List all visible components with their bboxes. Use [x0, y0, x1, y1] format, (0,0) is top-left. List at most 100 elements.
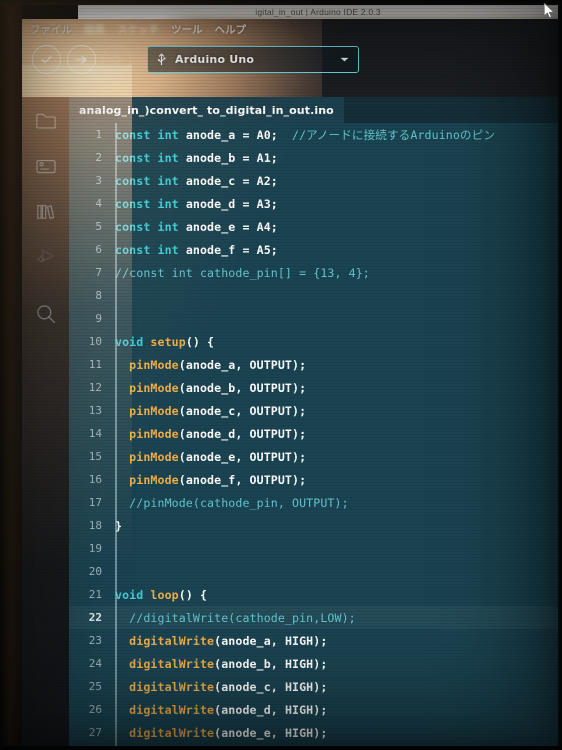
line-number: 26 [88, 703, 102, 716]
line-number: 5 [95, 220, 102, 233]
tab-sketch[interactable]: analog_in_)convert_ to_digital_in_out.in… [69, 97, 344, 123]
board-selector-value: Arduino Uno [175, 52, 255, 66]
debug-button[interactable] [102, 44, 131, 74]
code-line[interactable]: 26 digitalWrite(anode_d, HIGH); [69, 698, 558, 721]
tab-strip: analog_in_)convert_ to_digital_in_out.in… [69, 97, 558, 123]
code-text: pinMode(anode_d, OUTPUT); [129, 426, 307, 441]
code-text: digitalWrite(anode_c, HIGH); [129, 679, 328, 694]
code-line[interactable]: 27 digitalWrite(anode_e, HIGH); [69, 721, 558, 744]
app-chrome: ファイル 編集 スケッチ ツール ヘルプ Arduino Uno [22, 19, 558, 97]
sidebar-item-boards-manager[interactable] [22, 143, 69, 189]
code-line[interactable]: 25 digitalWrite(anode_c, HIGH); [69, 675, 558, 698]
line-number: 15 [88, 450, 102, 463]
line-number: 3 [95, 174, 102, 187]
titlebar-glare [78, 5, 196, 19]
code-text: pinMode(anode_c, OUTPUT); [129, 403, 307, 418]
window-title: igital_in_out | Arduino IDE 2.0.3 [255, 7, 381, 17]
code-line[interactable]: 9 [69, 307, 558, 330]
code-line[interactable]: 24 digitalWrite(anode_b, HIGH); [69, 652, 558, 675]
line-number: 4 [95, 197, 102, 210]
line-number: 14 [88, 427, 102, 440]
board-selector[interactable]: Arduino Uno [147, 45, 359, 73]
laptop-bezel-bottom [0, 746, 562, 750]
line-number: 16 [88, 473, 102, 486]
code-line[interactable]: 8 [69, 284, 558, 307]
folder-icon [35, 113, 56, 129]
code-line[interactable]: 19 [69, 537, 558, 560]
code-area[interactable]: 1 const int anode_a = A0; //アノードに接続するArdu… [69, 123, 558, 746]
laptop-bezel-left [0, 0, 22, 750]
line-number: 18 [88, 519, 102, 532]
code-text: digitalWrite(anode_b, HIGH); [129, 656, 328, 671]
code-text: pinMode(anode_a, OUTPUT); [129, 357, 307, 372]
code-line[interactable]: 21 void loop() { [69, 583, 558, 606]
code-text: void loop() { [115, 587, 208, 602]
sidebar-item-search[interactable] [22, 291, 69, 337]
menu-item-3[interactable]: ツール [171, 22, 203, 37]
code-line[interactable]: 5 const int anode_e = A4; [69, 215, 558, 238]
code-text: pinMode(anode_b, OUTPUT); [129, 380, 307, 395]
sidebar-item-debug[interactable] [22, 235, 69, 281]
code-text: digitalWrite(anode_e, HIGH); [129, 725, 328, 740]
code-line[interactable]: 23 digitalWrite(anode_a, HIGH); [69, 629, 558, 652]
usb-icon [157, 52, 166, 65]
debug-bug-icon [110, 52, 123, 66]
code-text: } [115, 518, 123, 533]
books-icon [36, 205, 54, 219]
line-number: 25 [88, 680, 102, 693]
code-line[interactable]: 17 //pinMode(cathode_pin, OUTPUT); [69, 491, 558, 514]
laptop-bezel-right [558, 0, 562, 750]
menubar: ファイル 編集 スケッチ ツール ヘルプ [22, 19, 558, 39]
mouse-pointer-icon [543, 2, 556, 23]
laptop-bezel-top [0, 0, 562, 5]
code-line[interactable]: 7 //const int cathode_pin[] = {13, 4}; [69, 261, 558, 284]
sidebar-item-library-manager[interactable] [22, 189, 69, 235]
code-text: const int anode_b = A1; [115, 150, 278, 165]
code-line[interactable]: 13 pinMode(anode_c, OUTPUT); [69, 399, 558, 422]
line-number: 20 [88, 565, 102, 578]
code-line[interactable]: 10 void setup() { [69, 330, 558, 353]
code-line[interactable]: 11 pinMode(anode_a, OUTPUT); [69, 353, 558, 376]
activity-sidebar [22, 97, 69, 746]
line-number: 12 [88, 381, 102, 394]
code-line[interactable]: 22 //digitalWrite(cathode_pin,LOW); [69, 606, 558, 629]
code-line[interactable]: 3 const int anode_c = A2; [69, 169, 558, 192]
toolbar: Arduino Uno [22, 39, 558, 79]
code-line[interactable]: 12 pinMode(anode_b, OUTPUT); [69, 376, 558, 399]
search-icon [36, 305, 55, 324]
code-text: digitalWrite(anode_d, HIGH); [129, 702, 328, 717]
menu-item-1[interactable]: 編集 [84, 22, 105, 37]
line-number: 22 [88, 611, 102, 624]
line-number: 19 [88, 542, 102, 555]
sidebar-item-sketchbook[interactable] [22, 97, 69, 143]
line-number: 13 [88, 404, 102, 417]
line-number: 11 [88, 358, 102, 371]
code-line[interactable]: 1 const int anode_a = A0; //アノードに接続するArdu… [69, 123, 558, 146]
verify-button[interactable] [32, 44, 61, 74]
code-text: digitalWrite(anode_a, HIGH); [129, 633, 328, 648]
code-text: //digitalWrite(cathode_pin,LOW); [129, 610, 356, 625]
upload-button[interactable] [67, 44, 96, 74]
code-line[interactable]: 20 [69, 560, 558, 583]
code-line[interactable]: 6 const int anode_f = A5; [69, 238, 558, 261]
line-number: 8 [95, 289, 102, 302]
code-line[interactable]: 2 const int anode_b = A1; [69, 146, 558, 169]
line-number: 2 [95, 151, 102, 164]
code-line[interactable]: 15 pinMode(anode_e, OUTPUT); [69, 445, 558, 468]
chevron-down-icon[interactable] [339, 56, 350, 63]
code-line[interactable]: 14 pinMode(anode_d, OUTPUT); [69, 422, 558, 445]
menu-item-2[interactable]: スケッチ [117, 22, 159, 37]
editor-pane: analog_in_)convert_ to_digital_in_out.in… [69, 97, 558, 746]
code-line[interactable]: 18} [69, 514, 558, 537]
menu-item-4[interactable]: ヘルプ [215, 22, 247, 37]
code-text: const int anode_e = A4; [115, 219, 278, 234]
code-text: pinMode(anode_e, OUTPUT); [129, 449, 307, 464]
code-line[interactable]: 16 pinMode(anode_f, OUTPUT); [69, 468, 558, 491]
menu-item-0[interactable]: ファイル [30, 22, 72, 37]
code-text: const int anode_f = A5; [115, 242, 278, 257]
line-number: 10 [88, 335, 102, 348]
line-number: 21 [88, 588, 102, 601]
line-number: 6 [95, 243, 102, 256]
arduino-ide-window: igital_in_out | Arduino IDE 2.0.3 ファイル 編集… [22, 5, 558, 746]
code-line[interactable]: 4 const int anode_d = A3; [69, 192, 558, 215]
